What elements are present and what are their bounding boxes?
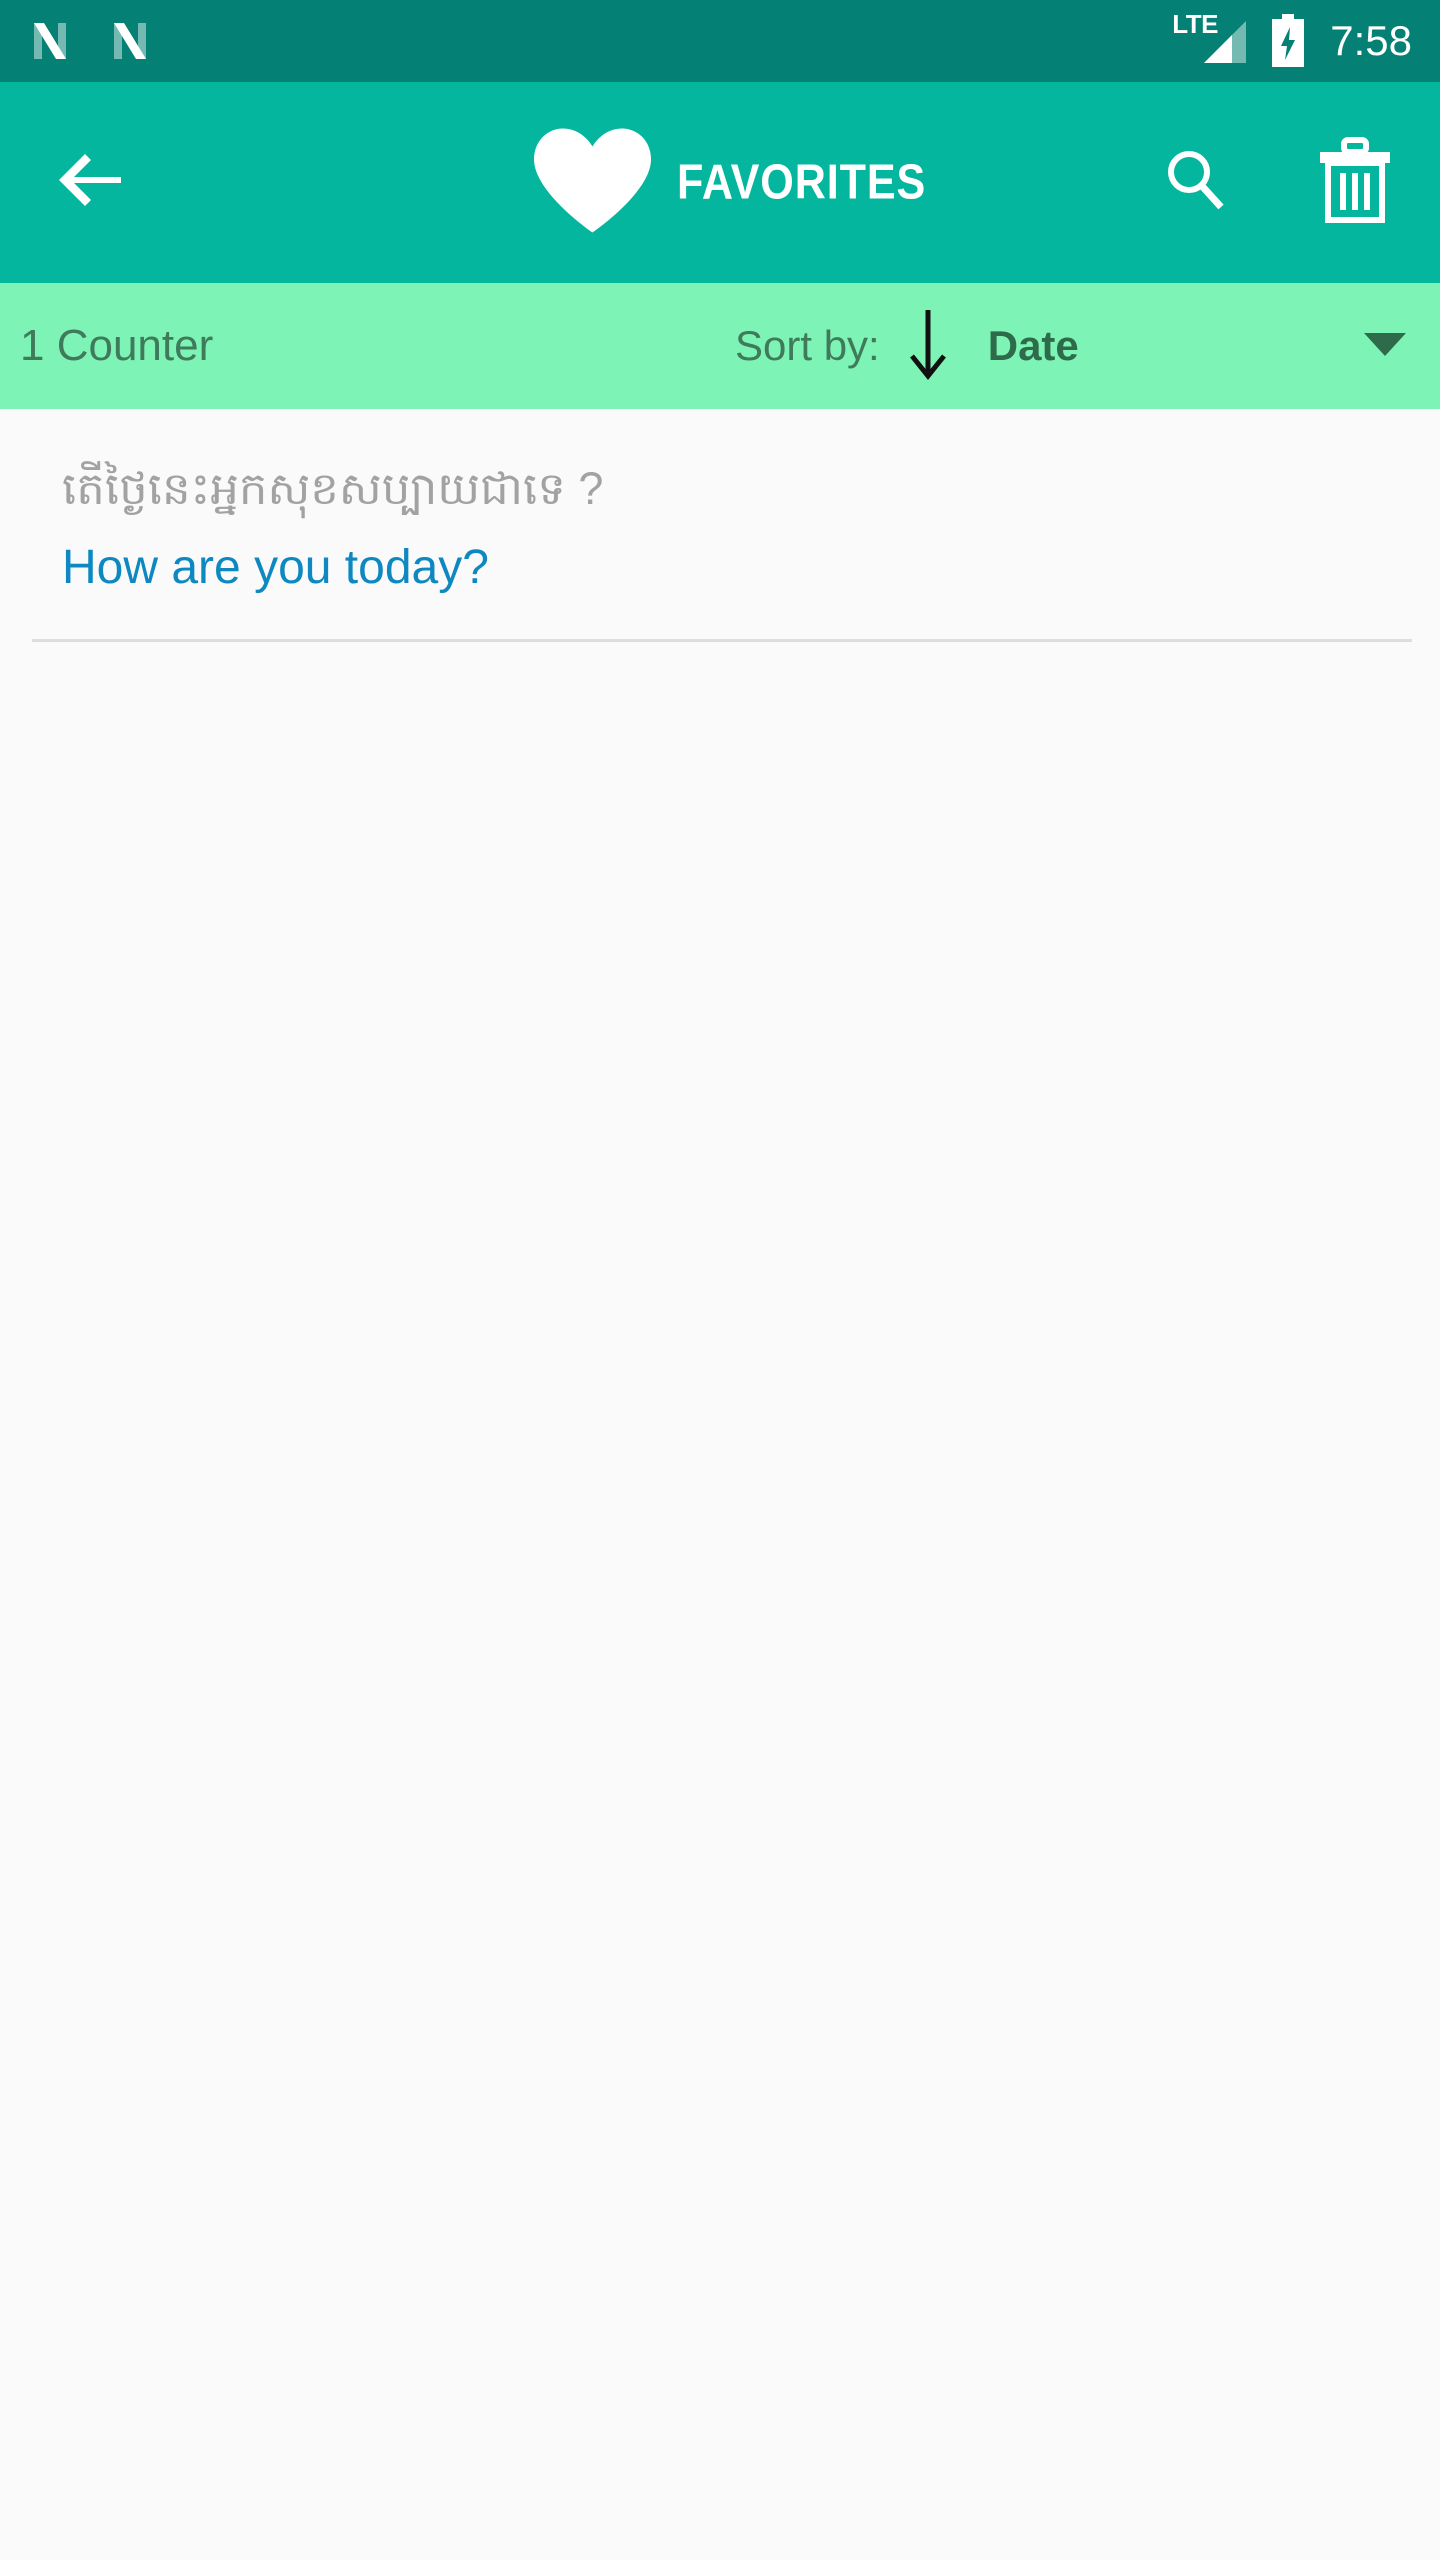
sort-by-label: Sort by:	[735, 322, 880, 369]
sort-control-group[interactable]: Sort by: Date	[735, 283, 1079, 409]
status-clock: 7:58	[1330, 17, 1412, 64]
signal-bars-icon: LTE	[1172, 11, 1247, 69]
counter-label: 1 Counter	[20, 321, 214, 370]
caret-down-icon	[1362, 329, 1408, 364]
list-item[interactable]: តើថ្ងៃនេះអ្នកសុខសប្បាយជាទេ ? How are you…	[0, 409, 1440, 642]
arrow-left-icon	[55, 149, 125, 216]
n-logo-icon	[102, 13, 158, 69]
page-title: FAVORITES	[677, 155, 927, 210]
heart-icon	[530, 124, 655, 241]
trash-icon	[1316, 136, 1394, 229]
status-notification-area	[0, 13, 158, 69]
list-item-primary-text: តើថ្ងៃនេះអ្នកសុខសប្បាយជាទេ ?	[62, 463, 604, 514]
arrow-down-icon	[904, 306, 952, 387]
list-divider	[32, 638, 1412, 642]
n-logo-icon	[22, 13, 78, 69]
delete-button[interactable]	[1310, 136, 1400, 229]
app-bar-title-group: FAVORITES	[530, 124, 960, 241]
list-item-secondary-text: How are you today?	[62, 541, 489, 595]
back-button[interactable]	[35, 128, 145, 238]
status-indicators: LTE 7:58	[1172, 11, 1440, 69]
search-button[interactable]	[1150, 138, 1240, 228]
search-icon	[1159, 144, 1231, 221]
app-bar-actions	[1150, 136, 1400, 229]
status-bar: LTE 7:58	[0, 0, 1440, 82]
app-bar: FAVORITES	[0, 82, 1440, 283]
sort-bar: 1 Counter Sort by: Date	[0, 283, 1440, 409]
battery-charging-icon	[1268, 13, 1308, 69]
sort-direction-toggle[interactable]	[904, 306, 952, 387]
sort-dropdown-button[interactable]	[1330, 291, 1440, 401]
sort-value-label: Date	[987, 322, 1079, 369]
favorites-list: តើថ្ងៃនេះអ្នកសុខសប្បាយជាទេ ? How are you…	[0, 409, 1440, 2560]
